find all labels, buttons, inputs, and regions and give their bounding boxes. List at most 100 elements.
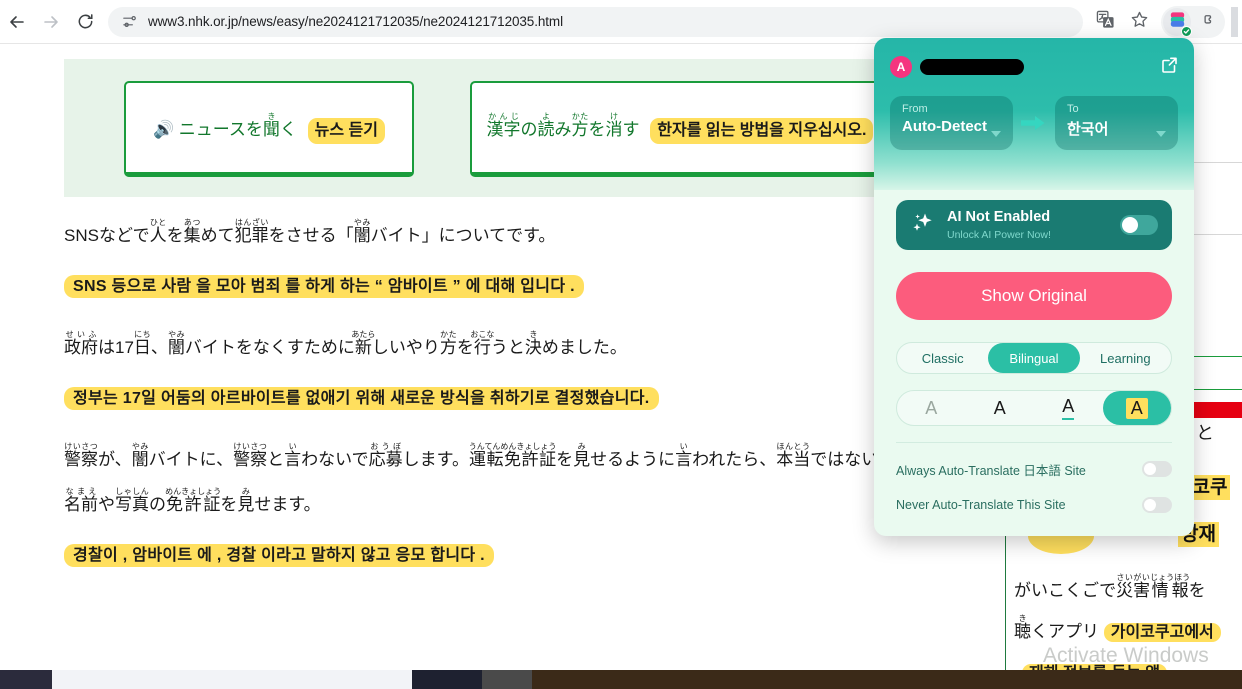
sidebar-disaster-app-item[interactable]: がいこくごで災害さいがい情報じょうほうを 聴きくアプリ 가이코쿠고에서 재해 정… xyxy=(1014,571,1242,670)
ai-title: AI Not Enabled xyxy=(947,209,1051,226)
paragraph-3-ko-wrap: 경찰이 , 암바이트 에 , 경찰 이라고 말하지 않고 응모 합니다 . xyxy=(64,541,1004,567)
back-button[interactable] xyxy=(0,5,34,39)
taskbar-segment-1 xyxy=(0,670,52,689)
style-option-plain[interactable]: A xyxy=(966,391,1035,425)
reload-icon xyxy=(76,12,95,31)
paragraph-3-jp-line-1: 警察けいさつが、闇やみバイトに、警察けいさつと言いわないで応募おうぼします。運転… xyxy=(64,442,963,470)
paragraph-2: 政府せいふは17日にち、闇やみバイトをなくすために新あたらしいやり方かたを行おこ… xyxy=(64,326,1004,411)
sidebar-kana-fragment: と xyxy=(1196,423,1214,443)
ai-toggle-knob xyxy=(1122,217,1138,233)
ai-subtitle: Unlock AI Power Now! xyxy=(947,228,1051,241)
sidebar-app-ko-inline: 가이코쿠고에서 xyxy=(1103,622,1221,642)
to-value: 한국어 xyxy=(1067,121,1109,139)
popup-header: A From Auto-Detect To 한국어 xyxy=(874,38,1194,190)
hide-furigana-button-inner: 漢字かんじの読よみ方かたを消けす 한자를 읽는 방법을 지우십시오. xyxy=(479,112,882,144)
translator-extension-button[interactable] xyxy=(1163,7,1192,37)
paragraph-1-ko-wrap: SNS 등으로 사람 을 모아 범죄 를 하게 하는 “ 암바이트 ” 에 대해… xyxy=(64,272,1004,299)
paragraph-1: SNSなどで人ひとを集あつめて犯罪はんざいをさせる「闇やみバイト」についてです。… xyxy=(64,214,1004,299)
hide-furigana-label-jp: 漢字かんじの読よみ方かたを消けす xyxy=(486,111,645,139)
paragraph-3-jp-line-2: 名前なまえや写真しゃしんの免許証めんきょしょうを見みせます。 xyxy=(64,486,321,514)
account-row[interactable]: A xyxy=(890,52,1178,82)
never-autotranslate-label: Never Auto-Translate This Site xyxy=(896,498,1066,512)
taskbar-segment-3 xyxy=(412,670,482,689)
mode-tabs: Classic Bilingual Learning xyxy=(896,342,1172,374)
style-option-plain-label: A xyxy=(993,397,1006,418)
avatar: A xyxy=(890,56,912,78)
from-value: Auto-Detect xyxy=(902,118,987,136)
paragraph-3-ko: 경찰이 , 암바이트 에 , 경찰 이라고 말하지 않고 응모 합니다 . xyxy=(64,543,494,567)
paragraph-3: 警察けいさつが、闇やみバイトに、警察けいさつと言いわないで応募おうぼします。運転… xyxy=(64,438,1004,567)
extensions-menu-button[interactable] xyxy=(1191,6,1223,38)
forward-arrow-icon xyxy=(41,12,61,32)
style-option-underline-label: A xyxy=(1062,396,1075,420)
puzzle-piece-icon xyxy=(1198,10,1216,33)
ruby-kiku: 聞き xyxy=(262,111,280,139)
translate-icon xyxy=(1096,10,1115,34)
listen-news-label-ko: 뉴스 듣기 xyxy=(307,117,385,144)
paragraph-2-ko-wrap: 정부는 17일 어둠의 아르바이트를 없애기 위해 새로운 방식을 취하기로 결… xyxy=(64,384,1004,411)
taskbar-segment-5 xyxy=(532,670,1242,689)
translator-popup: A From Auto-Detect To 한국어 AI Not Enabled… xyxy=(874,38,1194,536)
style-option-muted[interactable]: A xyxy=(897,391,966,425)
never-autotranslate-knob xyxy=(1144,499,1156,511)
share-button[interactable] xyxy=(1158,56,1180,78)
tool-button-band: 🔊 ニュースを聞きく 뉴스 듣기 漢字かんじの読よみ方かたを消けす 한자를 읽는… xyxy=(64,59,1004,197)
share-export-icon xyxy=(1159,55,1179,80)
reload-button[interactable] xyxy=(68,5,102,39)
listen-news-label-jp: ニュースを聞きく xyxy=(178,111,302,139)
hide-furigana-label-ko: 한자를 읽는 방법을 지우십시오. xyxy=(650,117,874,144)
from-language-select[interactable]: From Auto-Detect xyxy=(890,96,1013,150)
paragraph-1-jp: SNSなどで人ひとを集あつめて犯罪はんざいをさせる「闇やみバイト」についてです。 xyxy=(64,218,556,246)
to-label: To xyxy=(1067,103,1079,115)
os-taskbar xyxy=(0,670,1242,689)
taskbar-segment-2 xyxy=(52,670,412,689)
style-option-highlight-label: A xyxy=(1125,397,1148,419)
popup-body: AI Not Enabled Unlock AI Power Now! Show… xyxy=(874,200,1194,523)
article-column: 🔊 ニュースを聞きく 뉴스 듣기 漢字かんじの読よみ方かたを消けす 한자를 읽는… xyxy=(0,44,1004,670)
sidebar-app-ko-wrap: 재해 정보를 듣는 앱 xyxy=(1014,653,1242,670)
listen-news-button[interactable]: 🔊 ニュースを聞きく 뉴스 듣기 xyxy=(124,81,414,177)
toolbar-actions xyxy=(1089,5,1242,38)
never-autotranslate-row[interactable]: Never Auto-Translate This Site xyxy=(896,487,1172,523)
tab-learning[interactable]: Learning xyxy=(1080,343,1171,373)
ai-toggle[interactable] xyxy=(1120,215,1158,235)
always-autotranslate-toggle[interactable] xyxy=(1142,461,1172,477)
hide-furigana-button[interactable]: 漢字かんじの読よみ方かたを消けす 한자를 읽는 방법을 지우십시오. xyxy=(470,81,890,177)
listen-news-button-inner: 🔊 ニュースを聞きく 뉴스 듣기 xyxy=(145,112,393,144)
from-label: From xyxy=(902,103,928,115)
style-option-muted-label: A xyxy=(925,397,938,418)
speaker-icon: 🔊 xyxy=(153,119,175,139)
forward-button[interactable] xyxy=(34,5,68,39)
show-original-button[interactable]: Show Original xyxy=(896,272,1172,320)
star-icon xyxy=(1130,10,1149,34)
ai-feature-card[interactable]: AI Not Enabled Unlock AI Power Now! xyxy=(896,200,1172,250)
chevron-down-icon xyxy=(1156,131,1166,137)
check-badge-icon xyxy=(1181,25,1192,37)
site-settings-icon[interactable] xyxy=(116,9,142,35)
text-style-options: A A A A xyxy=(896,390,1172,426)
ai-card-text: AI Not Enabled Unlock AI Power Now! xyxy=(947,209,1109,240)
never-autotranslate-toggle[interactable] xyxy=(1142,497,1172,513)
screen: www3.nhk.or.jp/news/easy/ne2024121712035… xyxy=(0,0,1242,689)
to-language-select[interactable]: To 한국어 xyxy=(1055,96,1178,150)
translate-button[interactable] xyxy=(1089,6,1121,38)
taskbar-segment-4 xyxy=(482,670,532,689)
style-option-highlight[interactable]: A xyxy=(1102,391,1171,425)
article-body: SNSなどで人ひとを集あつめて犯罪はんざいをさせる「闇やみバイト」についてです。… xyxy=(64,214,1004,595)
url-text[interactable]: www3.nhk.or.jp/news/easy/ne2024121712035… xyxy=(142,14,563,29)
always-autotranslate-knob xyxy=(1144,463,1156,475)
always-autotranslate-label: Always Auto-Translate 日本語 Site xyxy=(896,463,1086,478)
tab-classic[interactable]: Classic xyxy=(897,343,988,373)
popup-divider xyxy=(896,442,1172,443)
address-bar[interactable]: www3.nhk.or.jp/news/easy/ne2024121712035… xyxy=(108,6,1083,37)
sidebar-app-jp-line-2: 聴きくアプリ 가이코쿠고에서 xyxy=(1014,612,1242,653)
sidebar-edge xyxy=(1231,6,1238,37)
paragraph-2-ko: 정부는 17일 어둠의 아르바이트를 없애기 위해 새로운 방식을 취하기로 결… xyxy=(64,387,659,411)
tab-bilingual[interactable]: Bilingual xyxy=(988,343,1080,373)
chevron-down-icon xyxy=(991,131,1001,137)
extensions-group xyxy=(1161,5,1225,38)
bookmark-button[interactable] xyxy=(1123,6,1155,38)
style-option-underline[interactable]: A xyxy=(1034,391,1103,425)
account-name-redacted xyxy=(920,59,1024,75)
always-autotranslate-row[interactable]: Always Auto-Translate 日本語 Site xyxy=(896,451,1172,487)
